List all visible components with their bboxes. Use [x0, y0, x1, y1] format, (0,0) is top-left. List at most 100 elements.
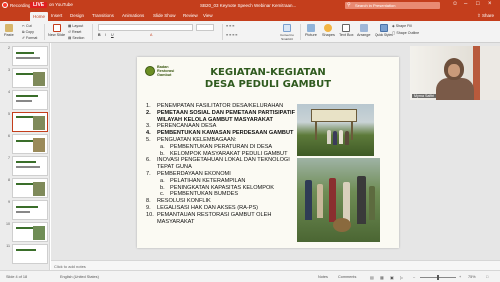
list-item: 9. LEGALISASI HAK DAN AKSES (RA-PS)	[146, 204, 259, 211]
tab-view[interactable]: View	[203, 13, 213, 18]
sign-post	[315, 122, 317, 140]
font-color-button[interactable]: A	[150, 33, 152, 37]
reading-view-icon[interactable]: ▣	[390, 275, 394, 280]
thumbnail-image	[12, 200, 48, 220]
shapes-button[interactable]: Shapes	[322, 24, 335, 37]
zoom-slider-handle[interactable]	[437, 275, 439, 280]
bullets-button[interactable]: ≡ ≡ ≡	[226, 24, 234, 28]
sack-object	[333, 218, 351, 232]
shape-fill-button[interactable]: ◈ Shape Fill	[392, 24, 412, 28]
copy-button[interactable]: ⧉ Copy	[22, 30, 34, 34]
tab-home[interactable]: Home	[30, 12, 49, 21]
tab-review[interactable]: Review	[183, 13, 198, 18]
fit-slide-icon[interactable]: □	[486, 275, 488, 279]
record-icon	[2, 2, 8, 8]
text-box-label: Text Box	[339, 33, 354, 37]
format-label: Format	[26, 36, 38, 40]
quick-styles-label: Quick Styles	[375, 33, 393, 37]
underline-button[interactable]: U	[111, 33, 114, 37]
tab-slide-show[interactable]: Slide Show	[153, 13, 176, 18]
italic-button[interactable]: I	[105, 33, 106, 37]
person-figure	[329, 178, 336, 222]
thumbnail-number: 2	[8, 46, 10, 50]
activities-list[interactable]: 1. PENEMPATAN FASILITATOR DESA/KELURAHAN …	[146, 103, 296, 225]
slide-thumbnail[interactable]: 9	[2, 200, 48, 220]
paste-button[interactable]: Paste	[4, 24, 14, 37]
new-slide-icon	[52, 24, 61, 32]
zoom-out-icon[interactable]: –	[413, 275, 415, 279]
minimize-icon[interactable]: –	[464, 1, 467, 7]
notes-toggle[interactable]: Notes	[318, 275, 328, 279]
thumbnail-number: 7	[8, 156, 10, 160]
slide-indicator: Slide 4 of 18	[6, 274, 28, 279]
reset-button[interactable]: ↺ Reset	[68, 30, 81, 34]
slide-sorter-icon[interactable]: ▦	[380, 275, 384, 280]
tab-design[interactable]: Design	[70, 13, 84, 18]
text-box-button[interactable]: Text Box	[339, 24, 354, 37]
section-label: Section	[72, 36, 85, 40]
slide-thumbnail-selected[interactable]: 5	[2, 112, 48, 132]
shape-outline-button[interactable]: ▢ Shape Outline	[392, 31, 419, 35]
comments-toggle[interactable]: Comments	[338, 275, 356, 279]
signboard-photo[interactable]	[297, 104, 374, 156]
normal-view-icon[interactable]: ▤	[370, 275, 374, 280]
arrange-button[interactable]: Arrange	[357, 24, 371, 37]
zoom-level[interactable]: 75%	[468, 275, 476, 279]
quick-styles-button[interactable]: Quick Styles	[375, 24, 393, 37]
list-item: 3. PERENCANAAN DESA	[146, 123, 217, 130]
cut-button[interactable]: ✂ Cut	[22, 24, 32, 28]
leaf-logo-icon	[145, 66, 155, 76]
thumbnail-image	[12, 222, 48, 242]
current-slide[interactable]: Badan Restorasi Gambut KEGIATAN-KEGIATAN…	[137, 57, 399, 248]
person-figure	[305, 180, 312, 220]
slide-thumbnail[interactable]: 11	[2, 244, 48, 264]
notes-pane[interactable]: Click to add notes	[51, 260, 500, 270]
slide-thumbnail[interactable]: 6	[2, 134, 48, 154]
person-figure	[333, 131, 337, 145]
thumbnail-image	[12, 46, 48, 66]
shape-fill-label: Shape Fill	[395, 24, 412, 28]
community-photo[interactable]	[297, 158, 380, 242]
search-input[interactable]: ⚲ Search in Presentation	[345, 2, 440, 9]
maximize-icon[interactable]: □	[476, 1, 480, 7]
language-indicator[interactable]: English (United States)	[60, 275, 99, 279]
font-size-select[interactable]	[196, 24, 214, 31]
tab-transitions[interactable]: Transitions	[92, 13, 114, 18]
align-buttons[interactable]: ≡ ≡ ≡ ≡	[226, 33, 237, 37]
font-family-select[interactable]	[98, 24, 193, 31]
picture-button[interactable]: Picture	[305, 24, 317, 37]
tab-insert[interactable]: Insert	[51, 13, 62, 18]
section-button[interactable]: ▤ Section	[68, 36, 84, 40]
search-icon: ⚲	[347, 2, 351, 8]
emoji-icon[interactable]: ☺	[452, 1, 458, 7]
slide-thumbnail[interactable]: 7	[2, 156, 48, 176]
recording-label: Recording	[10, 2, 31, 8]
slideshow-icon[interactable]: ▷	[400, 275, 403, 280]
share-button[interactable]: ⇧ Share	[477, 13, 494, 19]
slide-thumbnail[interactable]: 3	[2, 68, 48, 88]
participant-body	[436, 78, 474, 100]
ribbon-divider	[44, 24, 45, 40]
list-item: 6. INOVASI PENGETAHUAN LOKAL DAN TEKNOLOG…	[146, 157, 290, 171]
layout-button[interactable]: ▦ Layout	[68, 24, 83, 28]
slide-thumbnail[interactable]: 8	[2, 178, 48, 198]
new-slide-button[interactable]: New Slide	[48, 24, 65, 37]
slide-thumbnail[interactable]: 2	[2, 46, 48, 66]
format-painter-button[interactable]: ✐ Format	[22, 36, 37, 40]
bold-button[interactable]: B	[98, 33, 101, 37]
tab-animations[interactable]: Animations	[122, 13, 144, 18]
slide-title[interactable]: KEGIATAN-KEGIATAN DESA PEDULI GAMBUT	[157, 67, 379, 91]
list-item: 5. PENGUATAN KELEMBAGAAN:	[146, 136, 237, 143]
webcam-video-tile[interactable]: Myrna Safitri	[410, 46, 500, 100]
slide-thumbnail[interactable]: 4	[2, 90, 48, 110]
zoom-in-icon[interactable]: +	[459, 275, 461, 279]
convert-smartart-label: Convert to SmartArt	[280, 33, 294, 41]
thumbnail-image	[12, 244, 48, 264]
convert-smartart-button[interactable]: Convert to SmartArt	[276, 24, 298, 41]
close-icon[interactable]: ×	[488, 1, 492, 7]
recording-indicator[interactable]: Recording	[2, 2, 31, 8]
slide-thumbnail-pane[interactable]: 2 3 4 5 6 7 8 9 10 11	[0, 43, 50, 270]
paste-label: Paste	[4, 33, 14, 37]
thumbnail-image	[12, 112, 48, 132]
slide-thumbnail[interactable]: 10	[2, 222, 48, 242]
